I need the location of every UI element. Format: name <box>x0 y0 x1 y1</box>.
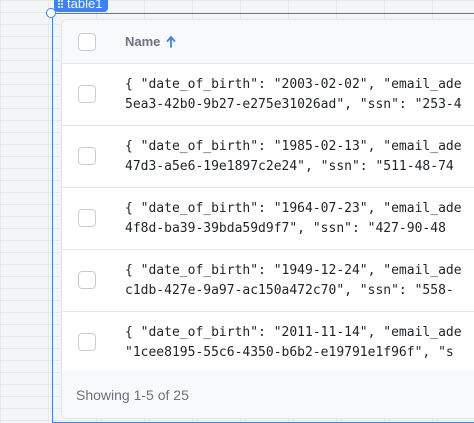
cell-line: { "date_of_birth": "1985-02-13", "email_… <box>125 139 462 154</box>
table-widget: Name { "date_of_birth": "2003-02-02", "e… <box>61 19 474 419</box>
select-all-checkbox[interactable] <box>78 32 96 51</box>
cell-line: 5ea3-42b0-9b27-e275e31026ad", "ssn": "25… <box>125 97 462 112</box>
cell-line: { "date_of_birth": "2011-11-14", "email_… <box>125 325 462 340</box>
sort-ascending-icon[interactable] <box>166 35 176 48</box>
row-checkbox[interactable] <box>78 333 96 351</box>
table-row[interactable]: { "date_of_birth": "1964-07-23", "email_… <box>62 188 474 250</box>
row-checkbox[interactable] <box>78 209 96 227</box>
cell-line: 47d3-a5e6-19e1897c2e24", "ssn": "511-48-… <box>125 159 454 174</box>
row-cell-name: { "date_of_birth": "1964-07-23", "email_… <box>125 199 474 239</box>
row-checkbox[interactable] <box>78 147 96 165</box>
table-row[interactable]: { "date_of_birth": "2011-11-14", "email_… <box>62 312 474 374</box>
row-cell-name: { "date_of_birth": "2011-11-14", "email_… <box>125 323 474 363</box>
table-row[interactable]: { "date_of_birth": "2003-02-02", "email_… <box>62 64 474 126</box>
widget-name-label: table1 <box>67 0 103 11</box>
column-header-label: Name <box>125 34 161 49</box>
cell-line: { "date_of_birth": "1949-12-24", "email_… <box>125 263 462 278</box>
table-row[interactable]: { "date_of_birth": "1985-02-13", "email_… <box>62 126 474 188</box>
column-header-name[interactable]: Name <box>125 34 176 49</box>
table-header-row: Name <box>62 20 474 64</box>
cell-line: { "date_of_birth": "1964-07-23", "email_… <box>125 201 462 216</box>
row-checkbox[interactable] <box>78 85 96 103</box>
row-cell-name: { "date_of_birth": "1985-02-13", "email_… <box>125 137 474 177</box>
drag-handle-icon[interactable] <box>58 0 63 8</box>
pagination-summary: Showing 1-5 of 25 <box>62 370 474 418</box>
cell-line: 4f8d-ba39-39bda59d9f7", "ssn": "427-90-4… <box>125 221 446 236</box>
cell-line: { "date_of_birth": "2003-02-02", "email_… <box>125 77 462 92</box>
table-row[interactable]: { "date_of_birth": "1949-12-24", "email_… <box>62 250 474 312</box>
row-cell-name: { "date_of_birth": "2003-02-02", "email_… <box>125 75 474 115</box>
cell-line: c1db-427e-9a97-ac150a472c70", "ssn": "55… <box>125 283 454 298</box>
cell-line: "1cee8195-55c6-4350-b6b2-e19791e1f96f", … <box>125 345 454 360</box>
row-checkbox[interactable] <box>78 271 96 289</box>
row-cell-name: { "date_of_birth": "1949-12-24", "email_… <box>125 261 474 301</box>
widget-name-tag[interactable]: table1 <box>54 0 109 12</box>
